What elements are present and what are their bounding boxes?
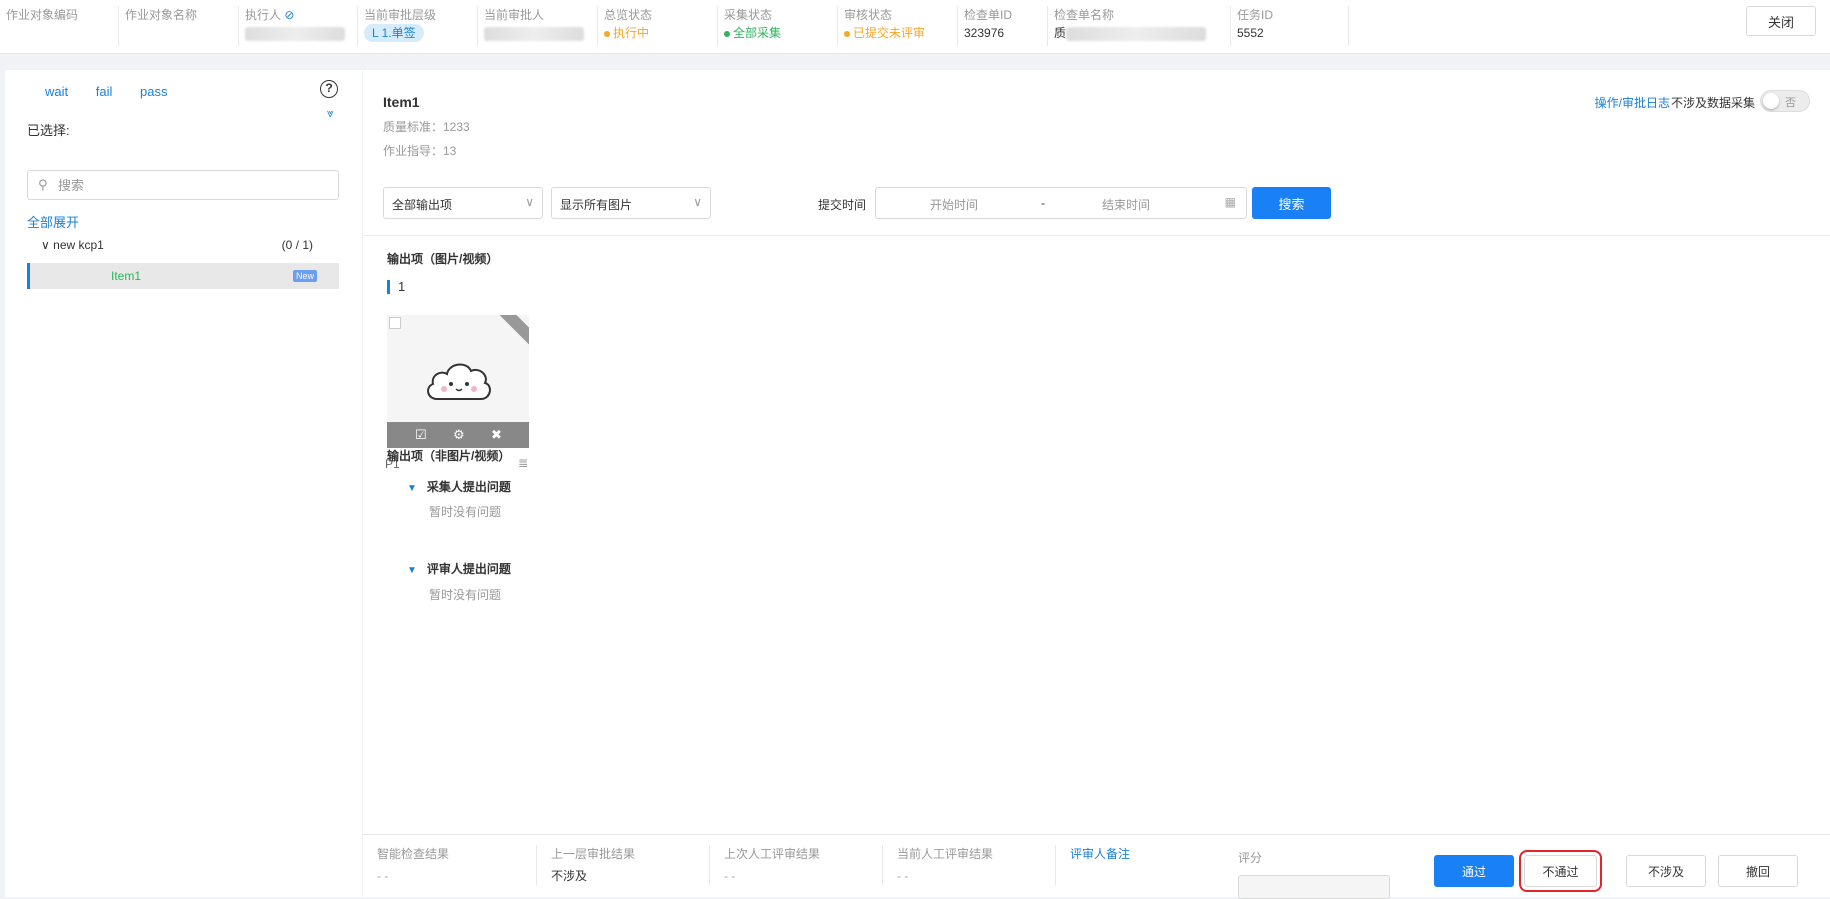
- not-collect-toggle[interactable]: 否: [1760, 90, 1810, 112]
- tree-node-count: (0 / 1): [281, 238, 313, 252]
- chevron-down-icon: ∨: [41, 238, 50, 252]
- pass-button[interactable]: 通过: [1434, 855, 1514, 887]
- search-icon: ⚲: [38, 177, 48, 192]
- search-button[interactable]: 搜索: [1252, 187, 1331, 219]
- tree-leaf-label: Item1: [111, 269, 142, 283]
- score-input[interactable]: [1238, 875, 1390, 899]
- range-dash: -: [1041, 196, 1045, 210]
- corner-ribbon: [496, 315, 529, 347]
- new-badge: New: [292, 270, 317, 282]
- footer-last-manual: 上次人工评审结果 - -: [709, 845, 882, 885]
- media-section-title: 输出项（图片/视频）: [387, 252, 499, 266]
- eye-off-icon[interactable]: ⊘: [284, 8, 294, 22]
- review-icon[interactable]: ☑: [415, 427, 427, 443]
- meta-approver: 当前审批人: [477, 6, 597, 46]
- image-thumbnail[interactable]: ☑ ⚙ ✖: [387, 315, 529, 448]
- executor-label: 执行人: [245, 8, 282, 22]
- tree-node-label: new kcp1: [53, 238, 104, 252]
- redacted-value: [245, 26, 345, 41]
- calendar-icon: ▦: [1224, 195, 1236, 209]
- divider: [363, 235, 1830, 236]
- chevron-down-icon: ∨: [525, 195, 534, 209]
- redacted-value: [484, 26, 584, 41]
- output-select-value: 全部输出项: [392, 198, 453, 212]
- item-title: Item1: [383, 94, 420, 110]
- top-info-bar: 作业对象编码 作业对象名称 执行人 ⊘ 当前审批层级 L 1.单签 当前审批人 …: [0, 0, 1830, 54]
- reviewer-note-link[interactable]: 评审人备注: [1070, 845, 1216, 863]
- collector-issues-title[interactable]: ▼ 采集人提出问题: [407, 478, 511, 495]
- meta-executor: 执行人 ⊘: [238, 6, 352, 46]
- trash-icon[interactable]: ✖: [491, 427, 502, 443]
- meta-overview-status: 总览状态 执行中: [597, 6, 717, 46]
- footer-ai-result: 智能检查结果 - -: [377, 847, 450, 883]
- footer-prev-approval: 上一层审批结果 不涉及: [536, 845, 709, 885]
- reviewer-empty-text: 暂时没有问题: [429, 588, 502, 602]
- main-panel: Item1 质量标准：1233 作业指导：13 操作/审批日志 不涉及数据采集 …: [363, 70, 1830, 897]
- output-select[interactable]: 全部输出项 ∨: [383, 187, 543, 219]
- meta-review-status: 审核状态 已提交未评审: [837, 6, 957, 46]
- group-number: 1: [387, 280, 405, 294]
- caret-down-icon: ▼: [407, 565, 417, 576]
- meta-checklist-id: 检查单ID 323976: [957, 6, 1047, 46]
- meta-divider: [1348, 6, 1355, 46]
- revoke-button[interactable]: 撤回: [1718, 855, 1798, 887]
- fail-button[interactable]: 不通过: [1519, 850, 1602, 892]
- expand-all-link[interactable]: 全部展开: [27, 212, 79, 231]
- reviewer-issues-title[interactable]: ▼ 评审人提出问题: [407, 560, 511, 577]
- meta-object-name: 作业对象名称: [118, 6, 238, 46]
- meta-checklist-name: 检查单名称 质: [1047, 6, 1227, 46]
- tree-leaf-item1[interactable]: Item1 New: [27, 263, 339, 289]
- filter-wait[interactable]: wait: [45, 84, 68, 99]
- end-time-input[interactable]: 结束时间: [1102, 196, 1150, 213]
- footer-current-manual: 当前人工评审结果 - -: [882, 845, 1055, 885]
- not-applicable-button[interactable]: 不涉及: [1626, 855, 1706, 887]
- quality-standard: 质量标准：1233: [383, 120, 470, 134]
- nonmedia-section-title: 输出项（非图片/视频）: [387, 449, 511, 463]
- submit-time-label: 提交时间: [818, 198, 867, 212]
- selected-label: 已选择:: [27, 123, 70, 138]
- left-sidebar: wait fail pass ? ⩔ 已选择: ⚲ 全部展开 ∨ new kcp…: [5, 70, 362, 897]
- filter-funnel-icon[interactable]: ⩔: [327, 106, 334, 121]
- meta-object-code: 作业对象编码: [6, 8, 79, 22]
- level-badge: L 1.单签: [364, 24, 424, 42]
- image-select-value: 显示所有图片: [560, 198, 633, 212]
- status-dot: [844, 30, 850, 37]
- review-footer: 智能检查结果 - - 上一层审批结果 不涉及 上次人工评审结果 - - 当前人工…: [363, 834, 1830, 899]
- tree-node-kcp[interactable]: ∨ new kcp1 (0 / 1): [41, 238, 339, 252]
- thumbnail-checkbox[interactable]: [389, 317, 401, 329]
- meta-approval-level: 当前审批层级 L 1.单签: [357, 6, 477, 46]
- sidebar-search-input[interactable]: [58, 175, 328, 195]
- filter-pass[interactable]: pass: [140, 84, 167, 99]
- status-filters: wait fail pass: [45, 84, 191, 99]
- document-icon[interactable]: ≣: [518, 456, 528, 470]
- cloud-image: [427, 363, 491, 400]
- log-link[interactable]: 操作/审批日志: [1595, 94, 1670, 111]
- caret-down-icon: ▼: [407, 483, 417, 494]
- meta-task-id: 任务ID 5552: [1230, 6, 1348, 46]
- thumbnail-toolbar: ☑ ⚙ ✖: [387, 422, 529, 448]
- settings-doc-icon[interactable]: ⚙: [453, 427, 465, 443]
- status-dot: [724, 30, 730, 37]
- search-box: ⚲: [27, 170, 339, 200]
- filter-fail[interactable]: fail: [96, 84, 113, 99]
- toggle-text: 否: [1785, 97, 1796, 109]
- meta-collect-status: 采集状态 全部采集: [717, 6, 837, 46]
- redacted-value: [1066, 26, 1207, 41]
- status-dot: [604, 30, 610, 37]
- toggle-knob: [1763, 93, 1779, 109]
- close-button[interactable]: 关闭: [1746, 6, 1816, 36]
- work-guide: 作业指导：13: [383, 144, 457, 158]
- collector-empty-text: 暂时没有问题: [429, 505, 502, 519]
- not-collect-label: 不涉及数据采集: [1670, 96, 1755, 110]
- image-select[interactable]: 显示所有图片 ∨: [551, 187, 711, 219]
- help-icon[interactable]: ?: [320, 80, 338, 98]
- chevron-down-icon: ∨: [693, 195, 702, 209]
- start-time-input[interactable]: 开始时间: [930, 196, 978, 213]
- footer-reviewer-note: 评审人备注: [1055, 845, 1216, 885]
- date-range-picker[interactable]: 开始时间 - 结束时间 ▦: [875, 187, 1247, 219]
